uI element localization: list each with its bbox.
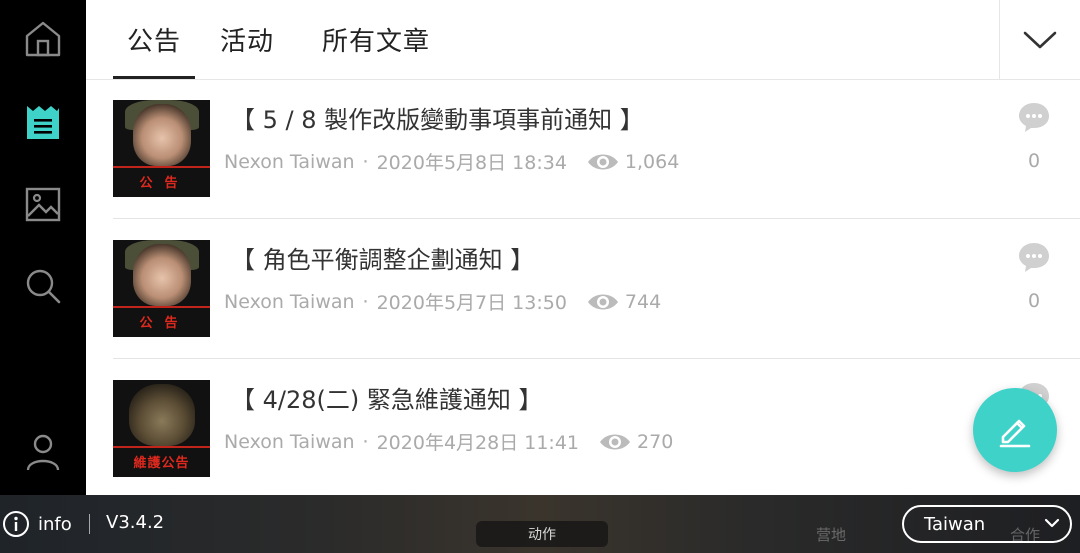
game-camp-label: 营地 — [816, 526, 847, 544]
meta-separator: · — [362, 290, 369, 313]
post-title: 【 4/28(二) 緊急維護通知 】 — [231, 386, 543, 414]
post-thumbnail: 公告 — [113, 100, 210, 197]
post-thumbnail: 公告 — [113, 240, 210, 337]
post-views: 1,064 — [624, 150, 680, 173]
post-date: 2020年4月28日 11:41 — [376, 432, 580, 454]
footer-separator — [89, 514, 90, 534]
sidebar — [0, 0, 86, 495]
divider — [113, 358, 1080, 359]
region-selector[interactable]: Taiwan — [902, 505, 1072, 543]
post-date: 2020年5月8日 18:34 — [376, 152, 567, 174]
info-label: info — [38, 513, 72, 535]
thumbnail-label: 公告 — [139, 176, 190, 191]
post-item[interactable]: 維護公告 【 4/28(二) 緊急維護通知 】 Nexon Taiwan · 2… — [113, 360, 1080, 495]
tab-notice[interactable]: 公告 — [112, 0, 196, 79]
thumbnail-label: 維護公告 — [133, 456, 190, 471]
sidebar-item-search[interactable] — [21, 264, 65, 308]
eye-icon — [587, 292, 619, 312]
post-views: 270 — [637, 430, 674, 453]
tab-all-posts[interactable]: 所有文章 — [322, 0, 430, 79]
game-action-chip: 动作 — [476, 521, 608, 547]
post-item[interactable]: 公告 【 角色平衡調整企劃通知 】 Nexon Taiwan · 2020年5月… — [113, 220, 1080, 360]
sidebar-item-gallery[interactable] — [21, 182, 65, 226]
sidebar-item-board[interactable] — [21, 100, 65, 144]
post-meta: Nexon Taiwan · 2020年4月28日 11:41 270 — [224, 428, 673, 455]
sidebar-item-home[interactable] — [21, 17, 65, 61]
comment-icon — [1019, 103, 1049, 132]
comment-count: 0 — [1027, 290, 1041, 312]
chevron-down-icon — [1044, 518, 1060, 528]
comment-icon — [1019, 243, 1049, 272]
post-author: Nexon Taiwan — [224, 150, 355, 173]
comment-count: 0 — [1027, 150, 1041, 172]
board-panel: 公告 活动 所有文章 公告 【 5 / 8 製作改版變動事項事前通知 】 Nex… — [86, 0, 1080, 495]
post-thumbnail: 維護公告 — [113, 380, 210, 477]
info-button[interactable]: info — [2, 510, 72, 538]
board-icon — [27, 106, 59, 139]
post-author: Nexon Taiwan — [224, 430, 355, 453]
comment-indicator: 0 — [1016, 102, 1052, 172]
tab-events[interactable]: 活动 — [220, 0, 274, 79]
profile-icon — [26, 434, 60, 471]
meta-separator: · — [362, 430, 369, 453]
eye-icon — [599, 432, 631, 452]
region-label: Taiwan — [924, 513, 986, 535]
post-date: 2020年5月7日 13:50 — [376, 292, 567, 314]
post-author: Nexon Taiwan — [224, 290, 355, 313]
post-meta: Nexon Taiwan · 2020年5月7日 13:50 744 — [224, 288, 661, 315]
gallery-icon — [25, 187, 61, 222]
chevron-down-icon — [1023, 31, 1057, 48]
post-title: 【 5 / 8 製作改版變動事項事前通知 】 — [231, 106, 644, 134]
post-item[interactable]: 公告 【 5 / 8 製作改版變動事項事前通知 】 Nexon Taiwan ·… — [113, 80, 1080, 220]
meta-separator: · — [362, 150, 369, 173]
pencil-icon — [999, 419, 1031, 448]
info-icon — [3, 511, 29, 537]
search-icon — [26, 269, 61, 304]
write-post-button[interactable] — [973, 388, 1057, 472]
home-icon — [25, 21, 61, 57]
post-views: 744 — [624, 290, 662, 313]
eye-icon — [587, 152, 619, 172]
comment-indicator: 0 — [1016, 242, 1052, 312]
post-meta: Nexon Taiwan · 2020年5月8日 18:34 1,064 — [224, 148, 679, 175]
tab-bar: 公告 活动 所有文章 — [86, 0, 1080, 80]
version-label: V3.4.2 — [106, 512, 165, 533]
sidebar-item-profile[interactable] — [21, 430, 65, 474]
tab-expand-button[interactable] — [999, 0, 1080, 79]
thumbnail-label: 公告 — [139, 316, 190, 331]
divider — [113, 218, 1080, 219]
post-title: 【 角色平衡調整企劃通知 】 — [231, 246, 535, 274]
